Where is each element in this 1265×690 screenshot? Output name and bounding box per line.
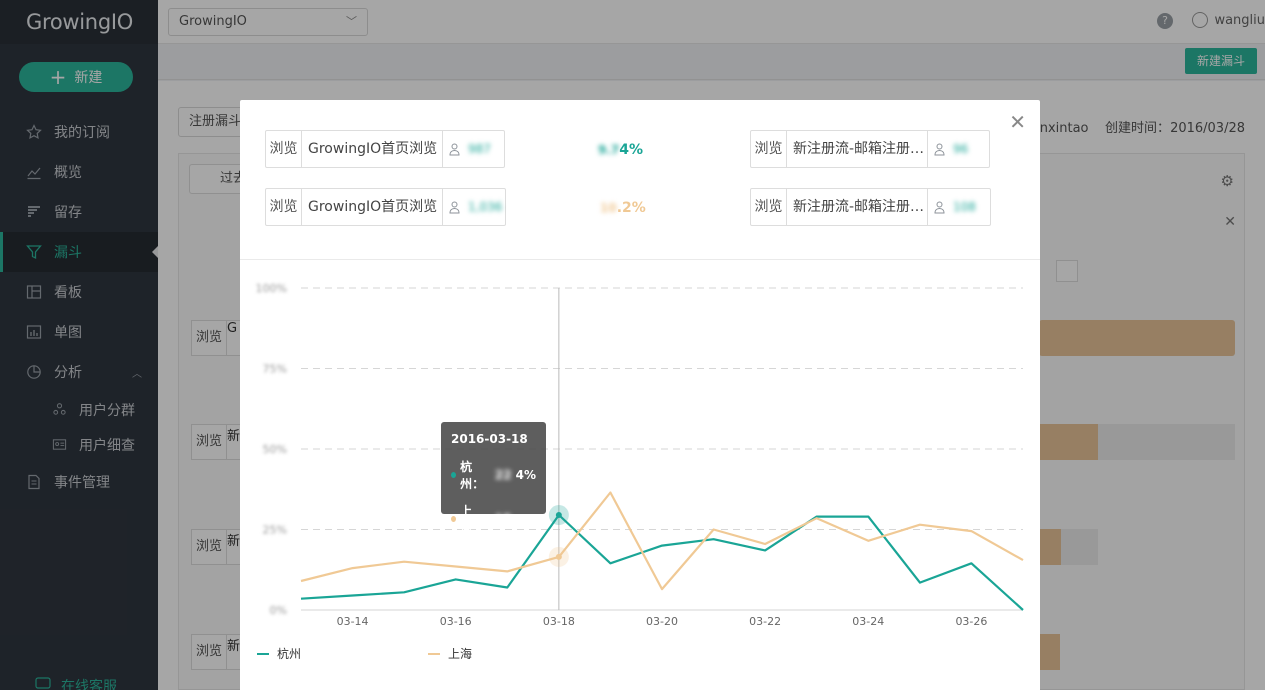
- user-count: 108: [928, 189, 976, 225]
- tooltip-row: 杭州： 22 4%: [451, 458, 536, 492]
- legend-swatch: [428, 652, 440, 655]
- user-icon: [449, 201, 460, 214]
- x-tick-label: 03-16: [440, 615, 472, 628]
- step-tag: 浏览: [266, 189, 302, 225]
- conversion-rate: 10.2%: [600, 200, 646, 216]
- rate-shown: .2%: [616, 200, 646, 216]
- x-tick-label: 03-20: [646, 615, 678, 628]
- tooltip-date: 2016-03-18: [451, 432, 528, 446]
- x-tick-label: 03-24: [852, 615, 884, 628]
- close-icon[interactable]: ✕: [1009, 112, 1026, 132]
- tooltip-value: 4%: [515, 468, 536, 482]
- trend-line-chart: 100% 75% 50% 25% 0% 03-14 03-16 03-18 03-20 03-22…: [256, 282, 1024, 628]
- tooltip-city: 上海：: [460, 504, 485, 535]
- highlight-point: [555, 553, 562, 560]
- user-icon: [934, 143, 945, 156]
- x-tick-label: 03-14: [337, 615, 369, 628]
- tooltip-value: 4%: [515, 512, 536, 526]
- user-count: 1,036: [443, 189, 502, 225]
- funnel-step-row: 浏览 GrowingIO首页浏览 1,036: [265, 188, 506, 226]
- funnel-step-row: 浏览 新注册流-邮箱注册… 108: [750, 188, 991, 226]
- series-dot: [451, 516, 457, 522]
- y-tick-label: 50%: [263, 443, 287, 456]
- tooltip-row: 上海： 15 4%: [451, 502, 536, 536]
- tooltip-city: 杭州：: [460, 460, 485, 491]
- user-icon: [449, 143, 460, 156]
- count-value: 96: [953, 142, 969, 156]
- tooltip-value-hidden: 15: [494, 512, 512, 526]
- step-name: GrowingIO首页浏览: [302, 189, 443, 225]
- legend-swatch: [257, 652, 269, 655]
- highlight-point: [555, 512, 562, 519]
- legend-item-shanghai[interactable]: 上海: [428, 645, 472, 662]
- funnel-step-row: 浏览 GrowingIO首页浏览 987: [265, 130, 505, 168]
- tooltip-value-hidden: 22: [494, 468, 512, 482]
- x-tick-label: 03-22: [749, 615, 781, 628]
- legend-label: 杭州: [277, 647, 302, 661]
- step-name: 新注册流-邮箱注册…: [787, 131, 928, 167]
- series-dot: [451, 472, 457, 478]
- step-name: 新注册流-邮箱注册…: [787, 189, 928, 225]
- y-tick-label: 0%: [270, 604, 287, 617]
- count-value: 1,036: [468, 200, 503, 214]
- y-tick-label: 25%: [263, 524, 287, 537]
- step-tag: 浏览: [266, 131, 302, 167]
- rate-shown: 4%: [619, 142, 644, 158]
- x-tick-label: 03-18: [543, 615, 575, 628]
- x-tick-label: 03-26: [955, 615, 987, 628]
- step-tag: 浏览: [751, 131, 787, 167]
- count-value: 987: [468, 142, 491, 156]
- user-count: 987: [443, 131, 491, 167]
- y-tick-label: 100%: [256, 282, 287, 295]
- legend-label: 上海: [448, 647, 473, 661]
- user-count: 96: [928, 131, 968, 167]
- step-tag: 浏览: [751, 189, 787, 225]
- step-name: GrowingIO首页浏览: [302, 131, 443, 167]
- y-tick-label: 75%: [263, 363, 287, 376]
- chart-tooltip: 2016-03-18 杭州： 22 4% 上海： 15 4%: [441, 422, 546, 535]
- rate-hidden: 9.7: [598, 143, 620, 157]
- legend-item-hangzhou[interactable]: 杭州: [257, 645, 301, 662]
- rate-hidden: 10: [600, 201, 617, 215]
- conversion-rate: 9.74%: [598, 142, 643, 158]
- user-icon: [934, 201, 945, 214]
- comparison-modal: ✕ 浏览 GrowingIO首页浏览 987 浏览 GrowingIO首页浏览 …: [240, 100, 1040, 690]
- count-value: 108: [953, 200, 976, 214]
- funnel-step-row: 浏览 新注册流-邮箱注册… 96: [750, 130, 990, 168]
